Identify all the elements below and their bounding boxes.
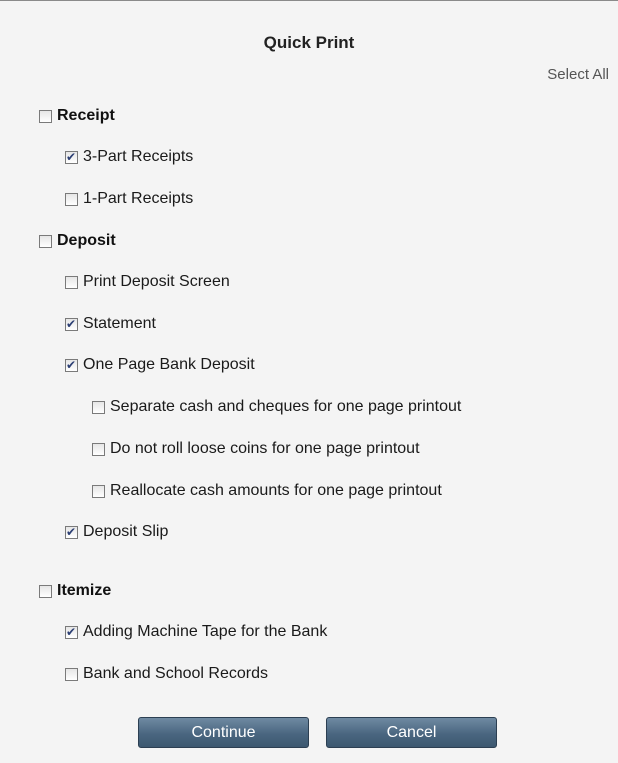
print-deposit-screen-option[interactable]: Print Deposit Screen bbox=[65, 272, 230, 292]
adding-machine-tape-checkbox[interactable] bbox=[65, 624, 78, 640]
three-part-receipts-label: 3-Part Receipts bbox=[83, 148, 194, 165]
deposit-slip-label: Deposit Slip bbox=[83, 523, 169, 540]
print-deposit-screen-label: Print Deposit Screen bbox=[83, 273, 230, 290]
itemize-label: Itemize bbox=[57, 582, 112, 599]
statement-label: Statement bbox=[83, 315, 156, 332]
bank-school-records-label: Bank and School Records bbox=[83, 665, 268, 682]
select-all-link[interactable]: Select All bbox=[547, 66, 609, 83]
print-deposit-screen-checkbox[interactable] bbox=[65, 275, 78, 289]
no-roll-coins-option[interactable]: Do not roll loose coins for one page pri… bbox=[92, 439, 420, 459]
deposit-option[interactable]: Deposit bbox=[39, 231, 116, 251]
no-roll-coins-label: Do not roll loose coins for one page pri… bbox=[110, 440, 420, 457]
bank-school-records-option[interactable]: Bank and School Records bbox=[65, 664, 268, 684]
dialog-title: Quick Print bbox=[263, 33, 355, 52]
one-page-bank-deposit-checkbox[interactable] bbox=[65, 357, 78, 373]
deposit-slip-option[interactable]: Deposit Slip bbox=[65, 522, 168, 542]
statement-option[interactable]: Statement bbox=[65, 314, 156, 334]
three-part-receipts-option[interactable]: 3-Part Receipts bbox=[65, 147, 193, 167]
one-part-receipts-label: 1-Part Receipts bbox=[83, 190, 194, 207]
continue-button[interactable]: Continue bbox=[138, 717, 309, 748]
deposit-slip-checkbox[interactable] bbox=[65, 524, 78, 540]
receipt-label: Receipt bbox=[57, 107, 115, 124]
receipt-option[interactable]: Receipt bbox=[39, 106, 115, 126]
one-part-receipts-checkbox[interactable] bbox=[65, 192, 78, 206]
separate-cash-option[interactable]: Separate cash and cheques for one page p… bbox=[92, 397, 461, 417]
itemize-checkbox[interactable] bbox=[39, 584, 52, 598]
cancel-button[interactable]: Cancel bbox=[326, 717, 497, 748]
separate-cash-label: Separate cash and cheques for one page p… bbox=[110, 398, 462, 415]
bank-school-records-checkbox[interactable] bbox=[65, 667, 78, 681]
adding-machine-tape-label: Adding Machine Tape for the Bank bbox=[83, 623, 328, 640]
adding-machine-tape-option[interactable]: Adding Machine Tape for the Bank bbox=[65, 622, 327, 642]
one-page-bank-deposit-option[interactable]: One Page Bank Deposit bbox=[65, 355, 255, 375]
receipt-checkbox[interactable] bbox=[39, 109, 52, 123]
deposit-label: Deposit bbox=[57, 232, 116, 249]
top-border bbox=[0, 0, 618, 1]
statement-checkbox[interactable] bbox=[65, 316, 78, 332]
one-page-bank-deposit-label: One Page Bank Deposit bbox=[83, 356, 255, 373]
reallocate-cash-checkbox[interactable] bbox=[92, 484, 105, 498]
reallocate-cash-option[interactable]: Reallocate cash amounts for one page pri… bbox=[92, 481, 442, 501]
reallocate-cash-label: Reallocate cash amounts for one page pri… bbox=[110, 482, 442, 499]
three-part-receipts-checkbox[interactable] bbox=[65, 149, 78, 165]
separate-cash-checkbox[interactable] bbox=[92, 400, 105, 414]
no-roll-coins-checkbox[interactable] bbox=[92, 442, 105, 456]
one-part-receipts-option[interactable]: 1-Part Receipts bbox=[65, 189, 193, 209]
itemize-option[interactable]: Itemize bbox=[39, 581, 111, 601]
deposit-checkbox[interactable] bbox=[39, 234, 52, 248]
